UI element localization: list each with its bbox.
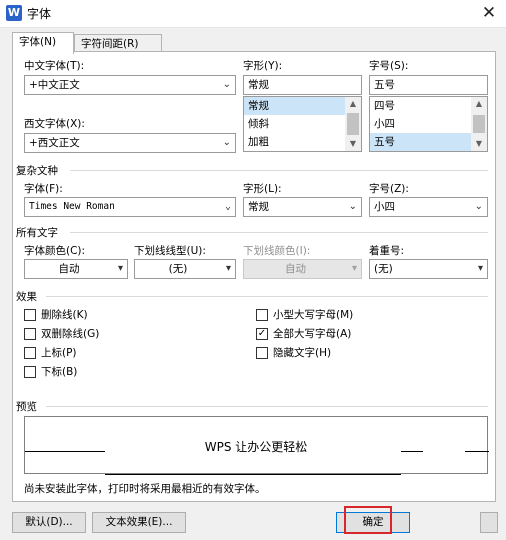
underline-color-select: 自动 ▾ <box>243 259 362 279</box>
wps-writer-icon: W <box>6 5 22 21</box>
complex-section-title: 复杂文种 <box>16 165 58 177</box>
complex-style-select[interactable]: 常规 ⌄ <box>243 197 362 217</box>
checkbox-label: 全部大写字母(A) <box>273 328 352 340</box>
chinese-font-value: +中文正文 <box>29 79 80 91</box>
chevron-down-icon: ⌄ <box>222 79 231 90</box>
list-item[interactable]: 加粗 <box>244 133 361 151</box>
chinese-font-label: 中文字体(T): <box>24 60 85 72</box>
font-color-select[interactable]: 自动 ▾ <box>24 259 128 279</box>
complex-size-label: 字号(Z): <box>369 183 409 195</box>
chevron-down-icon: ▾ <box>351 263 357 274</box>
title-bar: W 字体 ✕ <box>0 0 506 28</box>
checkbox-label: 双删除线(G) <box>41 328 100 340</box>
preview-box: WPS 让办公更轻松 <box>24 416 489 475</box>
style-label: 字形(Y): <box>243 60 283 72</box>
checkbox-label: 上标(P) <box>41 347 77 359</box>
western-font-value: +西文正文 <box>29 137 80 149</box>
preview-section-title: 预览 <box>16 401 37 413</box>
preview-baseline <box>105 474 401 475</box>
tab-font[interactable]: 字体(N) <box>12 32 74 54</box>
scroll-up-icon[interactable]: ▲ <box>471 97 487 111</box>
list-item[interactable]: 四号 <box>370 97 487 115</box>
window-title: 字体 <box>27 7 52 21</box>
scroll-up-icon[interactable]: ▲ <box>345 97 361 111</box>
list-item[interactable]: 小四 <box>370 115 487 133</box>
chevron-down-icon: ⌄ <box>224 201 231 212</box>
checkbox-box[interactable] <box>24 365 36 378</box>
all-text-section-title: 所有文字 <box>16 227 58 239</box>
subscript-checkbox[interactable]: 下标(B) <box>24 364 77 379</box>
section-divider <box>70 232 488 233</box>
checkbox-box[interactable] <box>24 346 36 359</box>
underline-style-label: 下划线线型(U): <box>134 245 206 257</box>
list-item[interactable]: 倾斜 <box>244 115 361 133</box>
small-caps-checkbox[interactable]: 小型大写字母(M) <box>256 307 353 322</box>
checkmark-icon[interactable]: ✓ <box>256 327 268 340</box>
font-color-value: 自动 <box>58 263 80 275</box>
close-icon[interactable]: ✕ <box>472 0 506 28</box>
section-divider <box>46 296 488 297</box>
list-item[interactable]: 五号 <box>370 133 487 151</box>
complex-style-value: 常规 <box>248 201 269 213</box>
chevron-down-icon: ▾ <box>117 263 123 274</box>
complex-size-value: 小四 <box>374 201 395 213</box>
complex-size-select[interactable]: 小四 ⌄ <box>369 197 488 217</box>
checkbox-box[interactable] <box>256 346 268 359</box>
complex-style-label: 字形(L): <box>243 183 282 195</box>
checkbox-box[interactable] <box>24 327 36 340</box>
style-listbox[interactable]: 常规 倾斜 加粗 ▲ ▼ <box>243 96 362 152</box>
size-label: 字号(S): <box>369 60 409 72</box>
hidden-text-checkbox[interactable]: 隐藏文字(H) <box>256 345 331 360</box>
western-font-label: 西文字体(X): <box>24 118 85 130</box>
emphasis-label: 着重号: <box>369 245 405 257</box>
font-color-label: 字体颜色(C): <box>24 245 86 257</box>
western-font-select[interactable]: +西文正文 ⌄ <box>24 133 236 153</box>
checkbox-label: 删除线(K) <box>41 309 88 321</box>
complex-font-select[interactable]: Times New Roman ⌄ <box>24 197 236 217</box>
scroll-thumb[interactable] <box>473 115 485 133</box>
double-strikethrough-checkbox[interactable]: 双删除线(G) <box>24 326 99 341</box>
text-effects-button[interactable]: 文本效果(E)... <box>92 512 186 533</box>
underline-style-value: (无) <box>168 263 188 275</box>
list-item[interactable]: 常规 <box>244 97 361 115</box>
chevron-down-icon: ⌄ <box>348 201 357 212</box>
checkbox-box[interactable] <box>24 308 36 321</box>
chevron-down-icon: ⌄ <box>474 201 483 212</box>
scroll-thumb[interactable] <box>347 113 359 135</box>
checkbox-label: 隐藏文字(H) <box>273 347 332 359</box>
size-listbox[interactable]: 四号 小四 五号 ▲ ▼ <box>369 96 488 152</box>
chevron-down-icon: ⌄ <box>222 137 231 148</box>
all-caps-checkbox[interactable]: ✓ 全部大写字母(A) <box>256 326 351 341</box>
section-divider <box>46 406 488 407</box>
chevron-down-icon: ▾ <box>225 263 231 274</box>
effects-section-title: 效果 <box>16 291 37 303</box>
chevron-down-icon: ▾ <box>477 263 483 274</box>
strikethrough-checkbox[interactable]: 删除线(K) <box>24 307 88 322</box>
cancel-button-partial[interactable] <box>480 512 498 533</box>
default-button[interactable]: 默认(D)... <box>12 512 86 533</box>
style-input[interactable]: 常规 <box>243 75 362 95</box>
section-divider <box>70 170 488 171</box>
size-input[interactable]: 五号 <box>369 75 488 95</box>
underline-style-select[interactable]: (无) ▾ <box>134 259 236 279</box>
emphasis-value: (无) <box>374 263 393 275</box>
underline-color-value: 自动 <box>285 263 306 275</box>
checkbox-label: 下标(B) <box>41 366 78 378</box>
scroll-down-icon[interactable]: ▼ <box>471 137 487 151</box>
style-scrollbar[interactable]: ▲ ▼ <box>345 97 361 151</box>
complex-font-label: 字体(F): <box>24 183 63 195</box>
checkbox-box[interactable] <box>256 308 268 321</box>
emphasis-select[interactable]: (无) ▾ <box>369 259 488 279</box>
size-scrollbar[interactable]: ▲ ▼ <box>471 97 487 151</box>
highlight-box <box>344 506 392 534</box>
chinese-font-select[interactable]: +中文正文 ⌄ <box>24 75 236 95</box>
underline-color-label: 下划线颜色(I): <box>243 245 311 257</box>
complex-font-value: Times New Roman <box>29 201 115 212</box>
scroll-down-icon[interactable]: ▼ <box>345 137 361 151</box>
preview-sample-text: WPS 让办公更轻松 <box>204 440 308 454</box>
superscript-checkbox[interactable]: 上标(P) <box>24 345 77 360</box>
checkbox-label: 小型大写字母(M) <box>273 309 354 321</box>
preview-note: 尚未安装此字体，打印时将采用最相近的有效字体。 <box>24 483 266 495</box>
